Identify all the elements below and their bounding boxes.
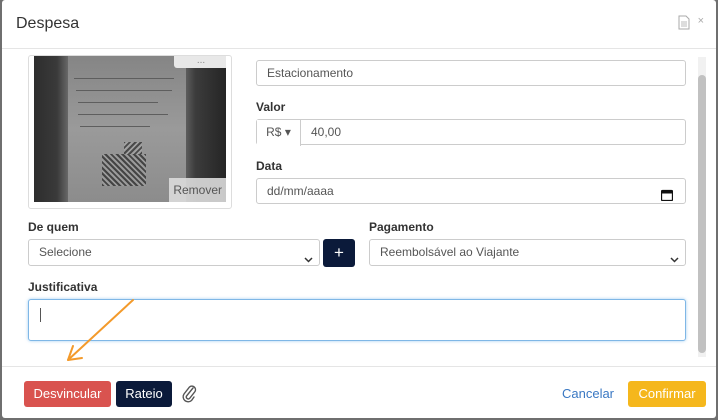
photo-chip: ...: [174, 56, 226, 68]
de-quem-label: De quem: [28, 220, 79, 234]
valor-group: R$ ▾ 40,00: [256, 119, 686, 146]
close-icon[interactable]: ×: [698, 15, 704, 27]
justificativa-label: Justificativa: [28, 280, 98, 294]
valor-label: Valor: [256, 100, 286, 114]
cancel-button[interactable]: Cancelar: [556, 381, 620, 407]
calendar-icon[interactable]: [660, 185, 674, 209]
remove-button[interactable]: Remover: [169, 178, 226, 202]
date-input[interactable]: dd/mm/aaaa: [256, 178, 686, 204]
receipt-photo-card: ... Remover: [28, 55, 232, 209]
modal-footer: Desvincular Rateio Cancelar Confirmar: [2, 366, 716, 418]
de-quem-select[interactable]: Selecione: [28, 239, 320, 266]
confirm-button[interactable]: Confirmar: [628, 381, 706, 407]
paperclip-icon[interactable]: [181, 383, 197, 408]
modal-body: ... Remover Estacionamento Valor R$ ▾ 40…: [2, 49, 716, 365]
document-icon[interactable]: [678, 15, 690, 35]
modal-header: Despesa ×: [2, 0, 716, 49]
currency-dropdown[interactable]: R$ ▾: [257, 120, 301, 146]
valor-input[interactable]: 40,00: [311, 120, 341, 144]
description-input[interactable]: Estacionamento: [256, 60, 686, 86]
de-quem-value: Selecione: [39, 245, 92, 259]
chevron-down-icon: [304, 248, 313, 272]
chevron-down-icon: [670, 248, 679, 272]
desvincular-button[interactable]: Desvincular: [24, 381, 111, 407]
scrollbar[interactable]: [698, 57, 706, 357]
text-caret: [40, 308, 41, 322]
date-placeholder: dd/mm/aaaa: [267, 184, 334, 198]
modal-title: Despesa: [16, 15, 80, 32]
rateio-button[interactable]: Rateio: [116, 381, 172, 407]
data-label: Data: [256, 159, 283, 173]
pagamento-select[interactable]: Reembolsável ao Viajante: [369, 239, 686, 266]
expense-modal: Despesa × ... Remover Estacionamento Val…: [2, 0, 716, 418]
justificativa-textarea[interactable]: [28, 299, 686, 341]
add-person-button[interactable]: +: [323, 239, 355, 267]
receipt-photo: ... Remover: [34, 56, 226, 202]
scrollbar-thumb[interactable]: [698, 75, 706, 353]
pagamento-label: Pagamento: [369, 220, 434, 234]
pagamento-value: Reembolsável ao Viajante: [380, 245, 520, 259]
